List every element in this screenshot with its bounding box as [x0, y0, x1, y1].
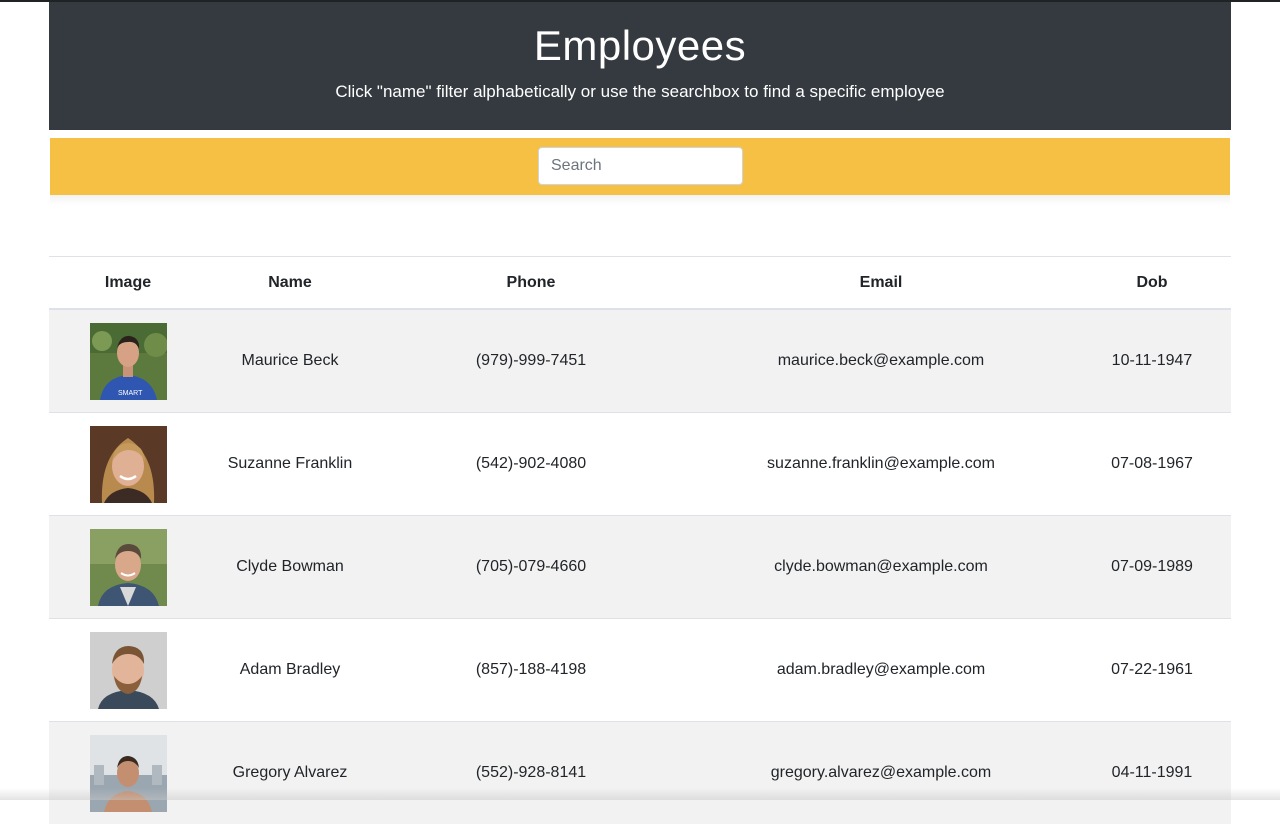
- table-cell-image: [49, 722, 207, 824]
- employee-phone: (979)-999-7451: [373, 309, 689, 413]
- employee-name: Adam Bradley: [207, 619, 373, 722]
- employee-email: clyde.bowman@example.com: [689, 516, 1073, 619]
- employee-dob: 10-11-1947: [1073, 309, 1231, 413]
- employee-email: adam.bradley@example.com: [689, 619, 1073, 722]
- employee-dob: 07-08-1967: [1073, 413, 1231, 516]
- search-bar-shadow: [50, 195, 1230, 205]
- employee-phone: (857)-188-4198: [373, 619, 689, 722]
- employee-email: suzanne.franklin@example.com: [689, 413, 1073, 516]
- employee-photo: [90, 426, 167, 503]
- column-header-email: Email: [689, 257, 1073, 310]
- table-row: Gregory Alvarez (552)-928-8141 gregory.a…: [49, 722, 1231, 824]
- table-cell-image: [49, 413, 207, 516]
- employee-name: Suzanne Franklin: [207, 413, 373, 516]
- column-header-name[interactable]: Name: [207, 257, 373, 310]
- table-row: Suzanne Franklin (542)-902-4080 suzanne.…: [49, 413, 1231, 516]
- viewport-bottom-edge: [0, 788, 1280, 800]
- employee-table-wrapper: Image Name Phone Email Dob: [49, 256, 1231, 824]
- employee-phone: (552)-928-8141: [373, 722, 689, 824]
- employee-dob: 04-11-1991: [1073, 722, 1231, 824]
- column-header-dob: Dob: [1073, 257, 1231, 310]
- search-bar: [50, 138, 1230, 195]
- employee-email: gregory.alvarez@example.com: [689, 722, 1073, 824]
- employee-phone: (542)-902-4080: [373, 413, 689, 516]
- table-row: Clyde Bowman (705)-079-4660 clyde.bowman…: [49, 516, 1231, 619]
- table-row: SMART Maurice Beck (979)-999-7451 mauric…: [49, 309, 1231, 413]
- column-header-phone: Phone: [373, 257, 689, 310]
- employee-name: Gregory Alvarez: [207, 722, 373, 824]
- employee-photo: [90, 529, 167, 606]
- table-cell-image: [49, 619, 207, 722]
- column-header-image: Image: [49, 257, 207, 310]
- svg-text:SMART: SMART: [118, 390, 143, 397]
- page-title: Employees: [49, 22, 1231, 70]
- page-subtitle: Click "name" filter alphabetically or us…: [49, 82, 1231, 102]
- employee-phone: (705)-079-4660: [373, 516, 689, 619]
- employee-photo: SMART: [90, 323, 167, 400]
- search-input[interactable]: [538, 147, 743, 185]
- table-cell-image: SMART: [49, 309, 207, 413]
- employee-email: maurice.beck@example.com: [689, 309, 1073, 413]
- employee-dob: 07-09-1989: [1073, 516, 1231, 619]
- table-header-row: Image Name Phone Email Dob: [49, 257, 1231, 310]
- employee-photo: [90, 632, 167, 709]
- employee-name: Clyde Bowman: [207, 516, 373, 619]
- employee-table: Image Name Phone Email Dob: [49, 256, 1231, 824]
- employee-name: Maurice Beck: [207, 309, 373, 413]
- table-cell-image: [49, 516, 207, 619]
- employee-dob: 07-22-1961: [1073, 619, 1231, 722]
- table-row: Adam Bradley (857)-188-4198 adam.bradley…: [49, 619, 1231, 722]
- page-header: Employees Click "name" filter alphabetic…: [49, 2, 1231, 130]
